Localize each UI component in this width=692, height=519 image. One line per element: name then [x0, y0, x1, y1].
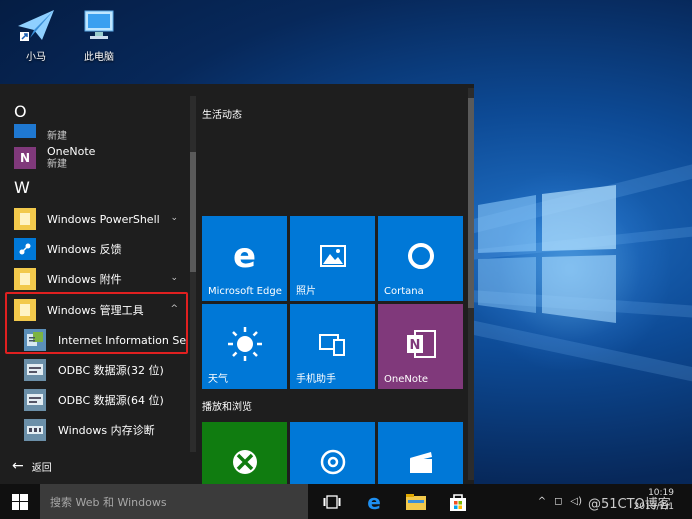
scrollbar-thumb[interactable] — [190, 152, 196, 272]
app-tile-icon — [14, 124, 36, 138]
start-menu: O 新建 N OneNote 新建 W Windows PowerShell ⌄ — [0, 84, 474, 484]
list-item-label: ODBC 数据源(32 位) — [58, 364, 164, 377]
list-item-windows-feedback[interactable]: Windows 反馈 — [14, 234, 186, 264]
tile-label: 照片 — [296, 286, 316, 297]
movies-tv-icon — [378, 444, 463, 480]
onenote-icon: N — [378, 326, 463, 362]
desktop-icon-label: 小马 — [26, 52, 46, 63]
phone-companion-icon — [290, 326, 375, 362]
memory-chip-icon — [24, 419, 46, 441]
tile-weather[interactable]: 天气 — [202, 304, 287, 389]
tile-microsoft-edge[interactable]: e Microsoft Edge — [202, 216, 287, 301]
windows-wallpaper-logo — [478, 185, 618, 328]
list-item-onenote[interactable]: N OneNote 新建 — [14, 144, 186, 172]
list-item-odbc-64[interactable]: ODBC 数据源(64 位) — [24, 385, 188, 415]
tile-label: OneNote — [384, 374, 429, 385]
chevron-down-icon[interactable]: ⌄ — [170, 273, 178, 283]
edge-icon: e — [367, 489, 381, 514]
tile-cortana[interactable]: Cortana — [378, 216, 463, 301]
paper-plane-shortcut-icon — [16, 8, 56, 44]
groove-music-icon — [290, 444, 375, 480]
back-button[interactable]: ← 返回 — [12, 458, 52, 474]
list-item-label: Windows 反馈 — [47, 243, 122, 256]
tile-photos[interactable]: 照片 — [290, 216, 375, 301]
folder-icon — [14, 208, 36, 230]
new-badge: 新建 — [47, 159, 67, 170]
tile-label: Cortana — [384, 286, 424, 297]
list-item-odbc-32[interactable]: ODBC 数据源(32 位) — [24, 355, 188, 385]
tile-phone-companion[interactable]: 手机助手 — [290, 304, 375, 389]
list-item-label: Windows PowerShell — [47, 212, 160, 226]
list-item-label: ODBC 数据源(64 位) — [58, 394, 164, 407]
task-view-button[interactable] — [312, 484, 352, 519]
volume-icon[interactable]: ◁) — [570, 496, 582, 507]
desktop-icon-label: 此电脑 — [84, 52, 114, 63]
tile-group-title: 播放和浏览 — [202, 402, 252, 413]
list-item-windows-accessories[interactable]: Windows 附件 ⌄ — [14, 264, 186, 294]
system-tray: ^ ◻ ◁) — [538, 484, 582, 519]
taskbar-edge-button[interactable]: e — [354, 484, 394, 519]
list-item-new-app[interactable]: 新建 — [14, 120, 186, 142]
letter-header-o[interactable]: O — [14, 102, 27, 121]
xbox-icon — [202, 444, 287, 480]
app-list: O 新建 N OneNote 新建 W Windows PowerShell ⌄ — [0, 84, 198, 456]
computer-icon — [79, 8, 119, 44]
list-item-windows-powershell[interactable]: Windows PowerShell ⌄ — [14, 204, 186, 234]
feedback-icon — [14, 238, 36, 260]
arrow-left-icon: ← — [12, 458, 24, 474]
odbc-icon — [24, 359, 46, 381]
folder-icon — [14, 268, 36, 290]
desktop-icon-xiaoma[interactable]: 小马 — [6, 8, 66, 63]
weather-sun-icon — [202, 326, 287, 362]
tile-area: 生活动态 e Microsoft Edge 照片 Cortana 天气 手机助手… — [198, 84, 468, 484]
taskbar-file-explorer-button[interactable] — [396, 484, 436, 519]
tile-xbox[interactable] — [202, 422, 287, 484]
file-explorer-icon — [406, 493, 426, 510]
onenote-icon: N — [14, 147, 36, 169]
desktop-icon-this-pc[interactable]: 此电脑 — [69, 8, 129, 63]
list-item-label: Windows 附件 — [47, 273, 122, 286]
taskbar-store-button[interactable] — [438, 484, 478, 519]
search-placeholder: 搜索 Web 和 Windows — [50, 495, 167, 509]
photos-icon — [290, 238, 375, 274]
tile-label: 天气 — [208, 374, 228, 385]
tile-movies-tv[interactable] — [378, 422, 463, 484]
windows-logo-icon — [12, 493, 28, 510]
tile-label: Microsoft Edge — [208, 286, 282, 297]
highlight-annotation-box — [5, 292, 188, 354]
back-label: 返回 — [31, 462, 52, 474]
list-item-label: Windows 内存诊断 — [58, 424, 155, 437]
svg-text:N: N — [409, 338, 420, 353]
store-bag-icon — [450, 493, 466, 511]
edge-icon: e — [232, 236, 257, 276]
app-list-scrollbar[interactable] — [190, 96, 196, 452]
tile-onenote[interactable]: N OneNote — [378, 304, 463, 389]
list-item-memory-diagnostic[interactable]: Windows 内存诊断 — [24, 415, 188, 445]
tiles-scrollbar[interactable] — [468, 88, 474, 480]
search-input[interactable]: 搜索 Web 和 Windows — [40, 484, 308, 519]
tile-groove-music[interactable] — [290, 422, 375, 484]
chevron-down-icon[interactable]: ⌄ — [170, 213, 178, 223]
watermark: @51CTO博客 — [588, 497, 671, 512]
task-view-icon — [323, 494, 341, 509]
tile-group-title: 生活动态 — [202, 110, 242, 121]
network-icon[interactable]: ◻ — [554, 496, 562, 507]
tile-label: 手机助手 — [296, 374, 336, 385]
list-item-label: OneNote — [47, 145, 96, 158]
odbc-icon — [24, 389, 46, 411]
cortana-icon — [378, 238, 463, 274]
start-button[interactable] — [0, 484, 40, 519]
scrollbar-thumb[interactable] — [468, 98, 474, 308]
chevron-up-icon[interactable]: ^ — [538, 496, 546, 507]
letter-header-w[interactable]: W — [14, 178, 30, 197]
